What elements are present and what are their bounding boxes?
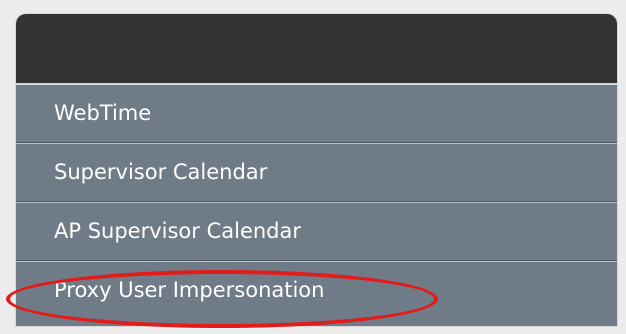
menu-panel: WebTime Supervisor Calendar AP Superviso… <box>16 14 617 326</box>
menu-item-webtime[interactable]: WebTime <box>16 84 617 143</box>
menu-header <box>16 14 617 84</box>
menu-item-proxy-user-impersonation[interactable]: Proxy User Impersonation <box>16 261 617 321</box>
menu-item-supervisor-calendar[interactable]: Supervisor Calendar <box>16 143 617 202</box>
menu-item-ap-supervisor-calendar[interactable]: AP Supervisor Calendar <box>16 202 617 261</box>
menu-list: WebTime Supervisor Calendar AP Superviso… <box>16 84 617 321</box>
screenshot-stage: WebTime Supervisor Calendar AP Superviso… <box>0 0 626 334</box>
